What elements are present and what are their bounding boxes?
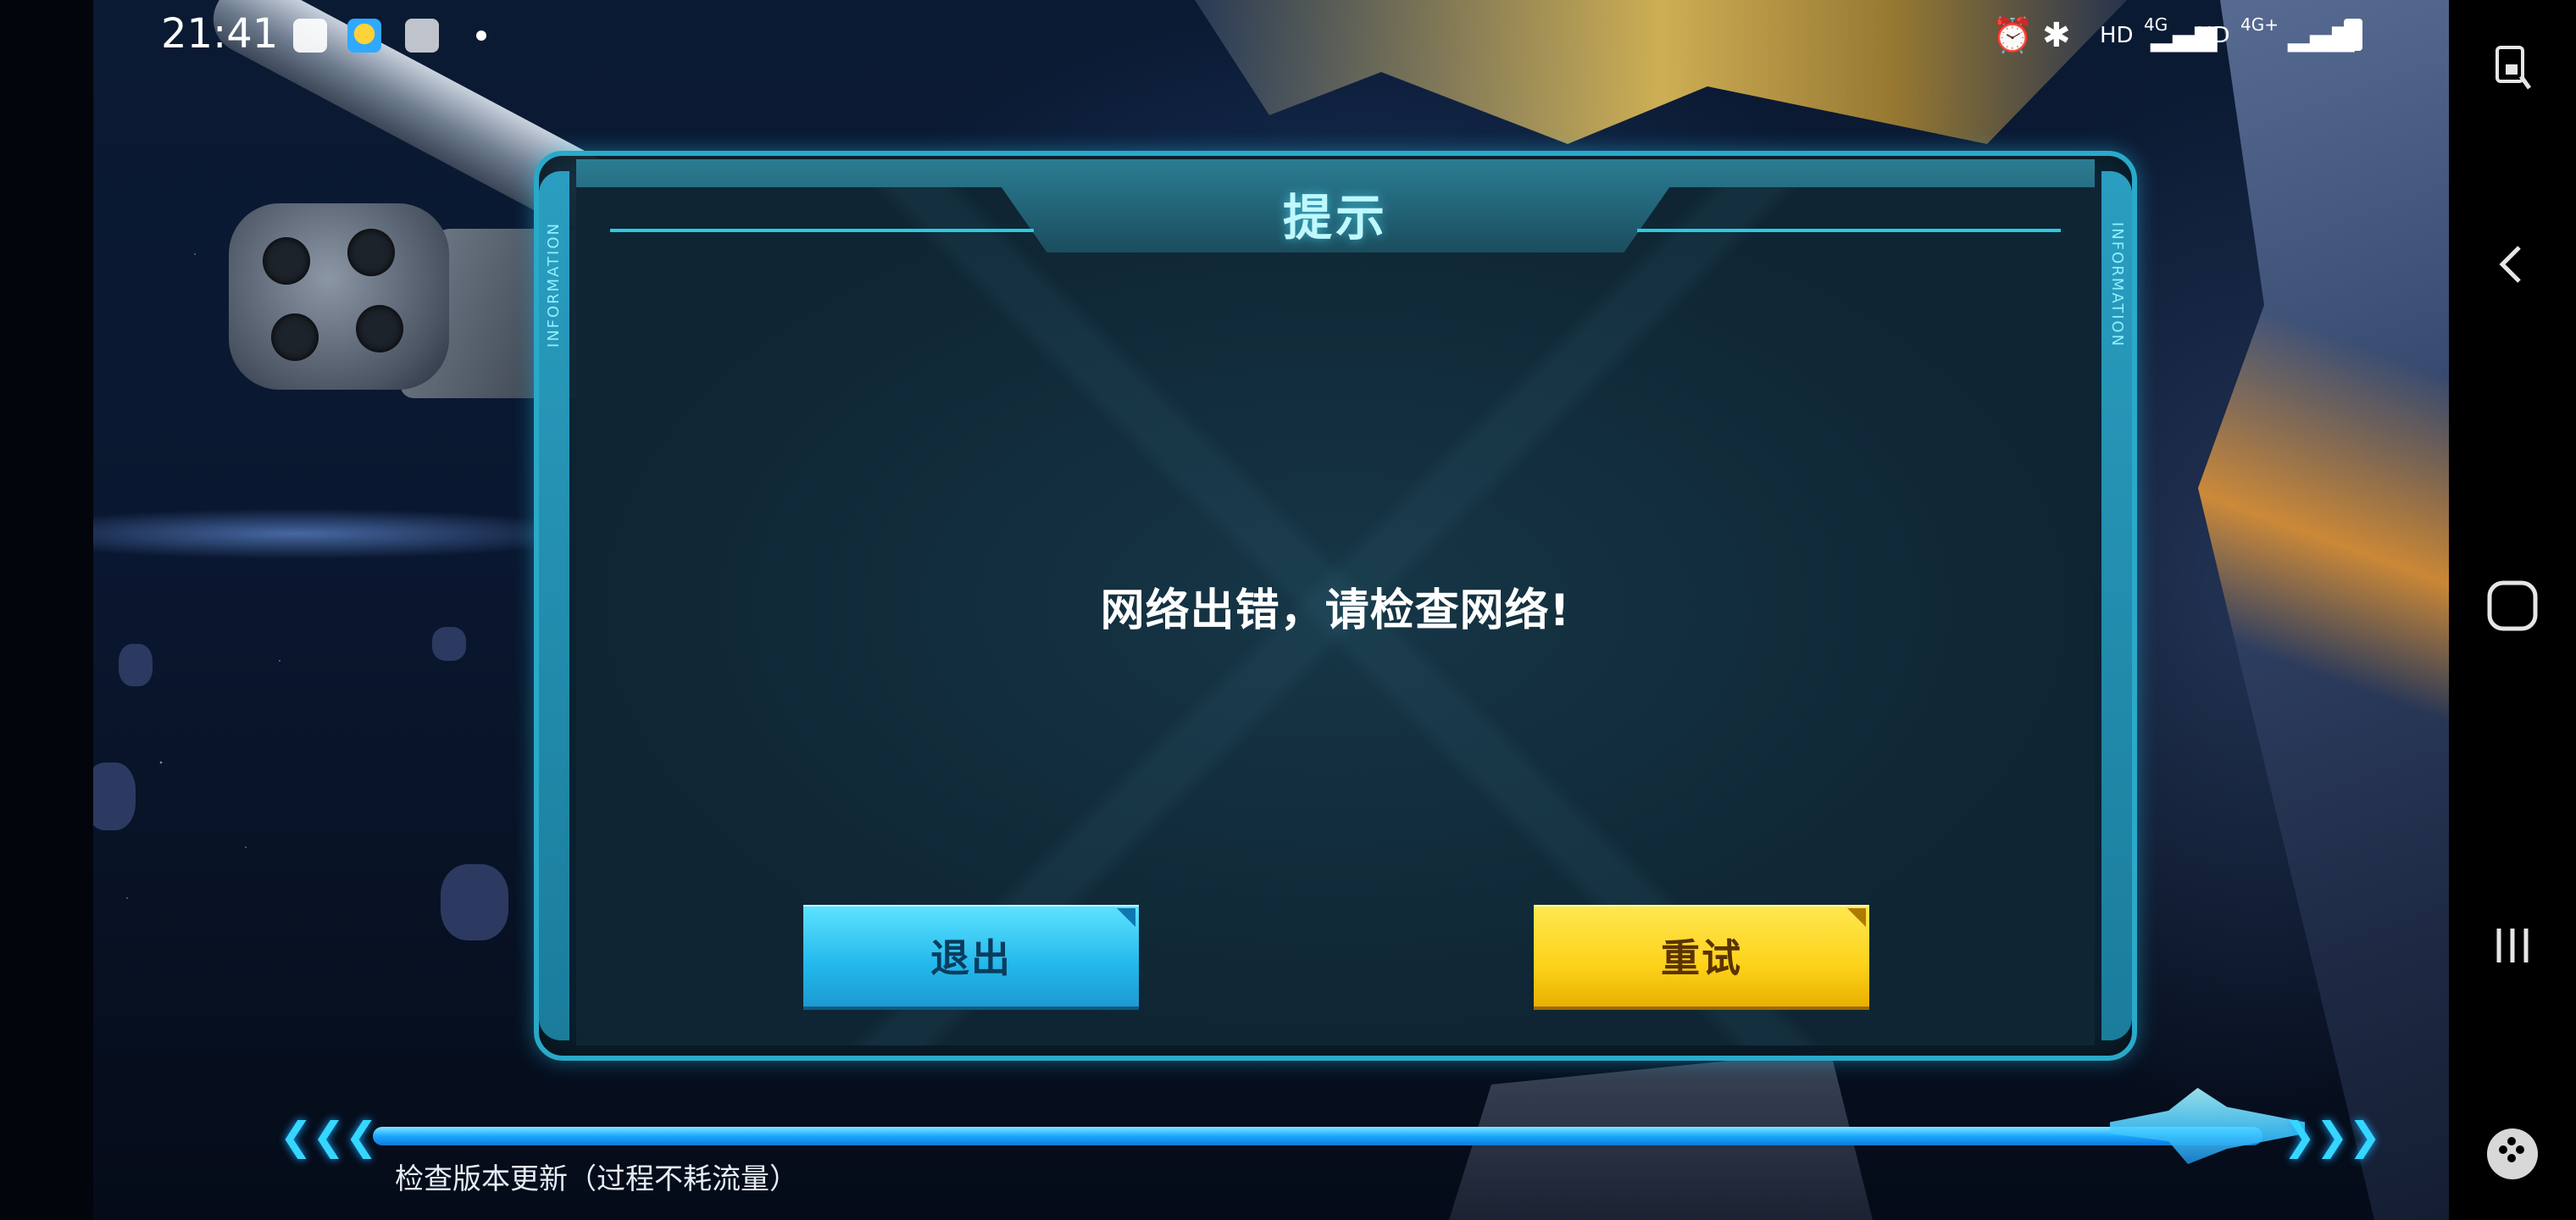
progress-track <box>373 1127 2262 1145</box>
exit-button-label: 退出 <box>930 935 1012 981</box>
barrel-hole <box>356 305 403 352</box>
bluetooth-icon: ✱ <box>2042 16 2071 55</box>
hd-label: HD <box>2196 23 2230 48</box>
asteroid <box>93 762 136 830</box>
barrel-hole <box>263 237 310 285</box>
asteroid <box>441 864 508 940</box>
asteroid <box>432 627 466 661</box>
more-dot <box>476 30 486 41</box>
update-status-text: 检查版本更新（过程不耗流量） <box>395 1162 798 1196</box>
hd-label: HD <box>2100 23 2134 48</box>
app-icon <box>347 19 381 53</box>
light-streak <box>93 508 602 559</box>
navigation-bar <box>2449 0 2576 1220</box>
update-progress: ❮❮❮ ❯❯❯ <box>280 1088 2381 1164</box>
retry-button-label: 重试 <box>1661 935 1742 981</box>
back-icon[interactable] <box>2470 222 2555 307</box>
asteroid <box>119 644 153 686</box>
clock: 21:41 <box>161 10 279 58</box>
chevrons-right-icon: ❯❯❯ <box>2283 1113 2381 1159</box>
alarm-icon: ⏰ <box>1991 16 2034 55</box>
letterbox-left <box>0 0 93 1220</box>
status-bar: 21:41 ⏰ ✱ HD 4G ▂▄▆ HD 4G+ ▂▄▆ <box>0 0 2449 71</box>
dialog-title: 提示 <box>1282 189 1388 247</box>
network-error-dialog: INFORMATION INFORMATION 提示 网络出错，请检查网络! 退… <box>534 151 2137 1061</box>
recents-icon[interactable] <box>2470 903 2555 988</box>
retry-button[interactable]: 重试 <box>1534 905 1869 1006</box>
screen-lock-icon[interactable] <box>2470 25 2555 110</box>
error-message: 网络出错，请检查网络! <box>1100 585 1571 636</box>
checklist-icon <box>405 19 439 53</box>
screen: 21:41 ⏰ ✱ HD 4G ▂▄▆ HD 4G+ ▂▄▆ INFORMATI… <box>0 0 2576 1220</box>
home-icon[interactable] <box>2470 563 2555 648</box>
barrel-hole <box>347 229 395 276</box>
progress-fill <box>373 1127 2262 1145</box>
battery-icon <box>2344 19 2362 51</box>
barrel-hole <box>271 313 319 361</box>
network-type-label: 4G+ <box>2240 14 2279 35</box>
exit-button[interactable]: 退出 <box>803 905 1139 1006</box>
button-corner-accent <box>1117 908 1135 927</box>
cannon-turret-art <box>229 203 449 390</box>
chevrons-left-icon: ❮❮❮ <box>280 1113 378 1159</box>
button-corner-accent <box>1847 908 1866 927</box>
image-icon <box>293 19 327 53</box>
game-tools-icon[interactable] <box>2470 1112 2555 1196</box>
